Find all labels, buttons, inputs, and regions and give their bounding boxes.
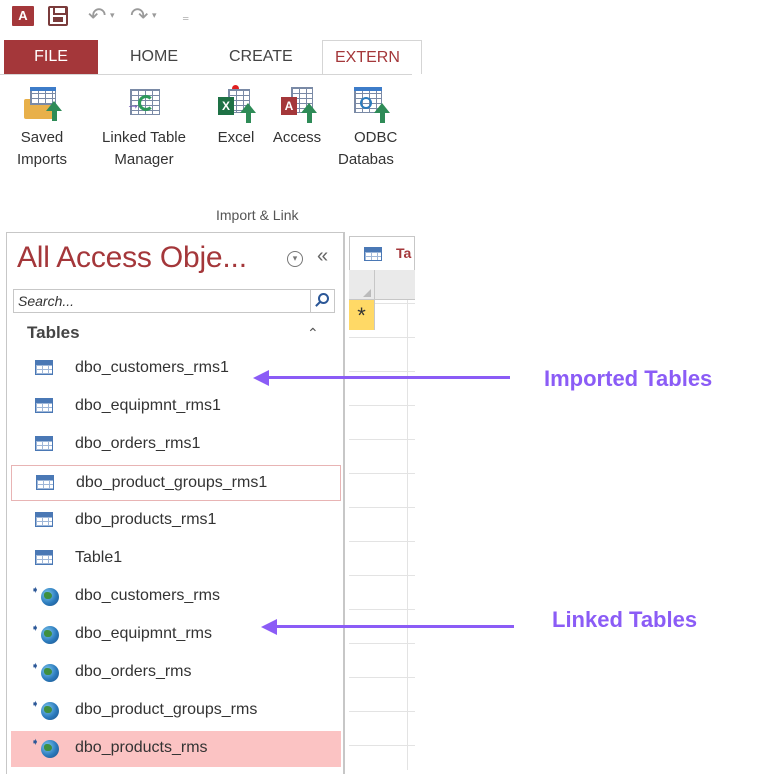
nav-item-label: dbo_equipmnt_rms: [75, 625, 212, 642]
ribbon-tabs: FILE HOME CREATE EXTERN: [0, 40, 422, 74]
link-arrow-icon: ➧: [31, 623, 40, 634]
search-input[interactable]: Search...: [18, 293, 74, 309]
nav-item-label: dbo_product_groups_rms: [75, 701, 258, 718]
linked-table-globe-icon: [41, 626, 59, 644]
link-arrow-icon: ➧: [31, 737, 40, 748]
excel-label: Excel: [217, 129, 255, 146]
undo-icon[interactable]: ↶: [88, 5, 106, 27]
nav-item-label: dbo_product_groups_rms1: [76, 474, 268, 491]
access-logo-icon: A: [12, 6, 34, 26]
nav-item-dbo-product-groups-rms1[interactable]: dbo_product_groups_rms1: [11, 465, 341, 501]
table-icon: [35, 360, 53, 375]
save-icon[interactable]: [48, 6, 68, 26]
odbc-database-icon: [352, 85, 390, 123]
nav-item-label: dbo_customers_rms1: [75, 359, 229, 376]
document-area: Ta *: [344, 232, 415, 774]
table-icon: [36, 475, 54, 490]
search-icon[interactable]: [310, 290, 334, 312]
nav-item-label: dbo_customers_rms: [75, 587, 220, 604]
nav-item-dbo-orders-rms[interactable]: ➧ dbo_orders_rms: [11, 655, 341, 691]
link-arrow-icon: ➧: [31, 585, 40, 596]
access-import-button[interactable]: A Access: [268, 85, 326, 149]
saved-imports-button[interactable]: Saved Imports: [12, 85, 72, 171]
customize-toolbar-icon[interactable]: ₌: [182, 8, 189, 25]
access-label: Access: [272, 129, 322, 146]
saved-imports-label-1: Saved: [20, 129, 64, 146]
imported-arrow-line: [266, 376, 510, 379]
quick-access-toolbar: A ↶ ▾ ↷ ▾ ₌: [0, 0, 415, 38]
nav-item-dbo-customers-rms[interactable]: ➧ dbo_customers_rms: [11, 579, 341, 615]
nav-item-dbo-customers-rms1[interactable]: dbo_customers_rms1: [11, 351, 341, 387]
redo-dropdown-icon[interactable]: ▾: [152, 10, 157, 21]
nav-item-dbo-equipmnt-rms1[interactable]: dbo_equipmnt_rms1: [11, 389, 341, 425]
table-icon: [35, 512, 53, 527]
linked-table-globe-icon: [41, 740, 59, 758]
table-icon: [35, 398, 53, 413]
grid-column-divider: [407, 300, 408, 770]
tables-section-header[interactable]: Tables: [27, 323, 80, 343]
linked-table-globe-icon: [41, 664, 59, 682]
linked-arrow-line: [274, 625, 514, 628]
nav-item-label: dbo_orders_rms1: [75, 435, 201, 452]
nav-item-label: dbo_equipmnt_rms1: [75, 397, 221, 414]
nav-item-label: dbo_products_rms: [75, 739, 208, 756]
odbc-label-1: ODBC: [354, 129, 398, 146]
ribbon-panel: Saved Imports → Linked Table Manager X E…: [0, 74, 412, 234]
saved-imports-icon: [24, 85, 62, 121]
tab-external-data[interactable]: EXTERN: [322, 40, 422, 74]
table-icon: [35, 436, 53, 451]
tab-create[interactable]: CREATE: [217, 40, 305, 74]
document-tab-label: Ta: [396, 245, 412, 261]
nav-item-label: dbo_products_rms1: [75, 511, 217, 528]
tab-file[interactable]: FILE: [4, 40, 98, 74]
import-link-group-label: Import & Link: [216, 207, 299, 223]
odbc-label-2: Databas: [338, 151, 394, 168]
odbc-database-button[interactable]: ODBC Databas: [336, 85, 408, 171]
nav-item-dbo-products-rms[interactable]: ➧ dbo_products_rms: [11, 731, 341, 767]
nav-item-label: Table1: [75, 549, 123, 566]
collapse-section-icon[interactable]: ⌃: [307, 325, 319, 342]
linked-table-manager-label-1: Linked Table: [102, 129, 186, 146]
nav-pane-title[interactable]: All Access Obje...: [17, 241, 247, 275]
navigation-pane: All Access Obje... ▾ « Search... Tables …: [6, 232, 344, 774]
linked-tables-annotation: Linked Tables: [552, 607, 698, 632]
nav-item-dbo-equipmnt-rms[interactable]: ➧ dbo_equipmnt_rms: [11, 617, 341, 653]
tab-home[interactable]: HOME: [118, 40, 190, 74]
undo-dropdown-icon[interactable]: ▾: [110, 10, 115, 21]
nav-item-label: dbo_orders_rms: [75, 663, 192, 680]
excel-icon: X: [218, 85, 256, 123]
nav-item-dbo-orders-rms1[interactable]: dbo_orders_rms1: [11, 427, 341, 463]
linked-table-manager-button[interactable]: → Linked Table Manager: [86, 85, 202, 171]
link-arrow-icon: ➧: [31, 699, 40, 710]
nav-item-table1[interactable]: Table1: [11, 541, 341, 577]
redo-icon[interactable]: ↷: [130, 5, 148, 27]
nav-menu-chevron-icon[interactable]: ▾: [287, 251, 303, 267]
linked-table-manager-icon: →: [126, 85, 162, 121]
document-tab-table1[interactable]: Ta: [349, 236, 415, 270]
table-icon: [364, 247, 382, 261]
nav-search-box[interactable]: Search...: [13, 289, 335, 313]
shutter-bar-collapse-icon[interactable]: «: [317, 245, 328, 268]
nav-item-dbo-product-groups-rms[interactable]: ➧ dbo_product_groups_rms: [11, 693, 341, 729]
saved-imports-label-2: Imports: [16, 151, 67, 168]
imported-tables-annotation: Imported Tables: [544, 366, 713, 391]
table-icon: [35, 550, 53, 565]
select-all-corner[interactable]: [349, 270, 375, 300]
new-record-row-selector[interactable]: *: [349, 300, 375, 330]
linked-table-globe-icon: [41, 588, 59, 606]
datasheet-grid[interactable]: [349, 270, 415, 770]
linked-table-globe-icon: [41, 702, 59, 720]
excel-import-button[interactable]: X Excel: [212, 85, 260, 149]
linked-table-manager-label-2: Manager: [114, 151, 174, 168]
link-arrow-icon: ➧: [31, 661, 40, 672]
nav-item-dbo-products-rms1[interactable]: dbo_products_rms1: [11, 503, 341, 539]
access-icon: A: [279, 85, 317, 123]
